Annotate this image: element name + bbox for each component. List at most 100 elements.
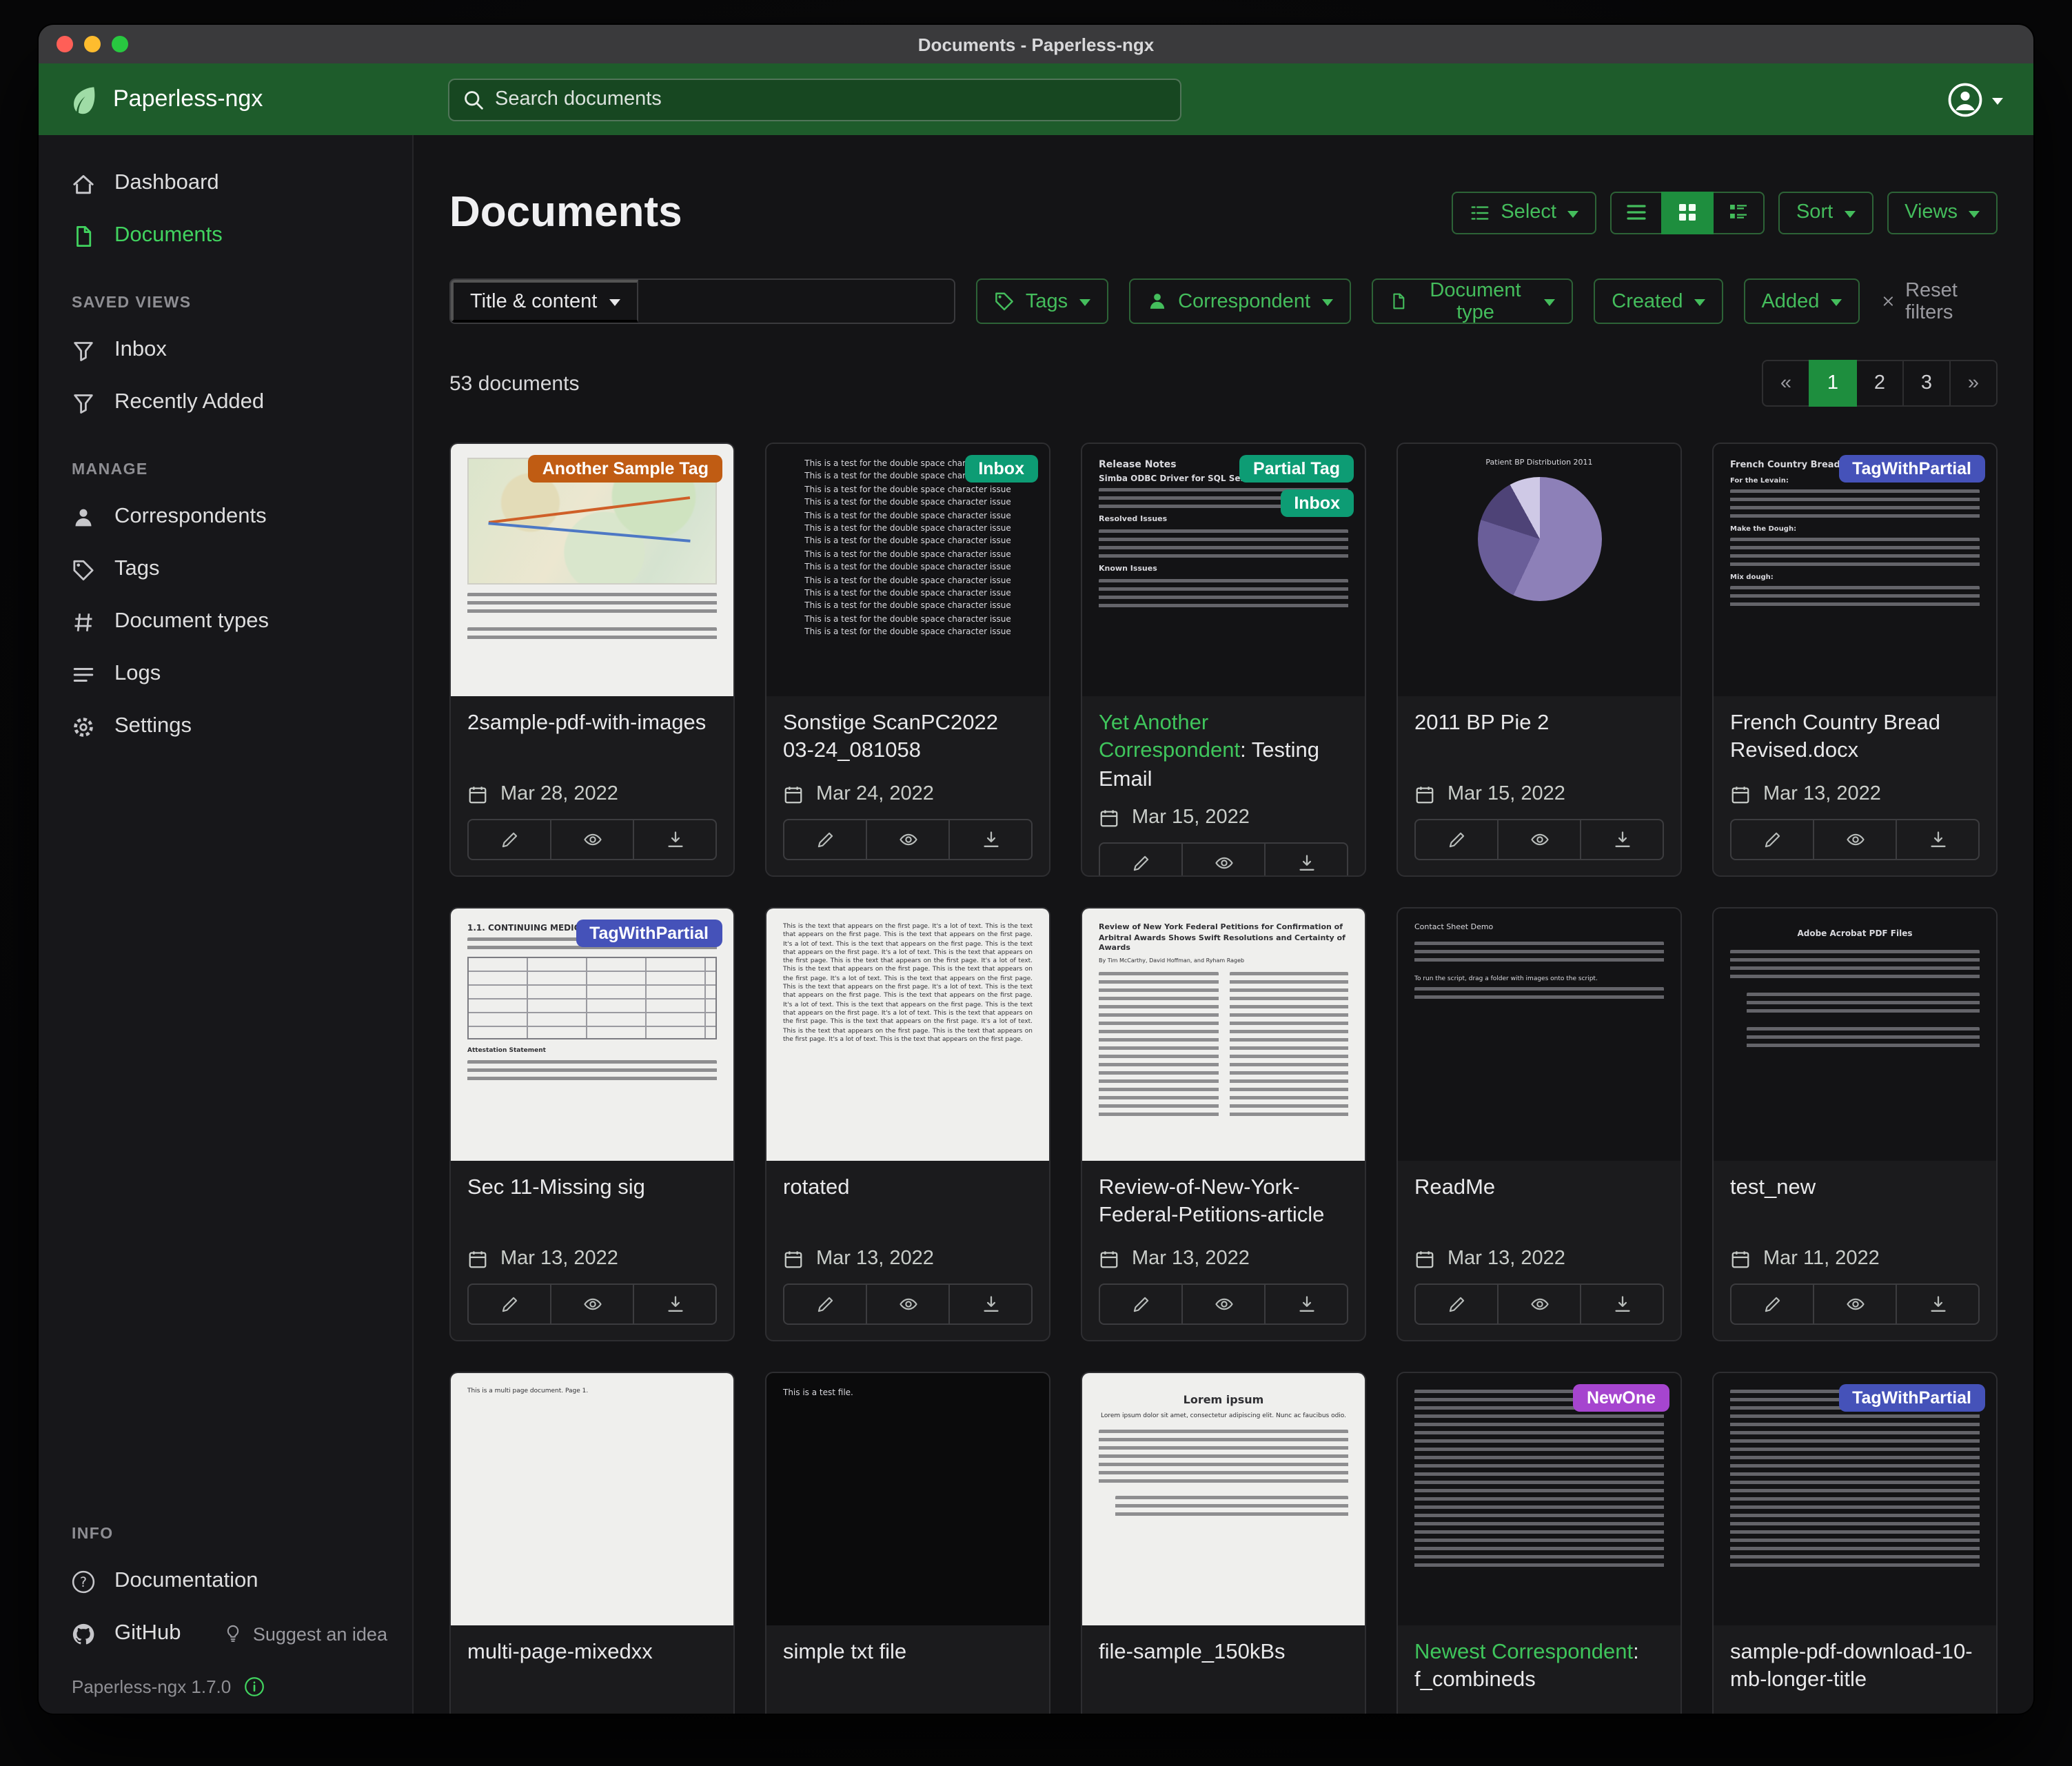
- search-input[interactable]: [495, 88, 1166, 110]
- document-thumbnail[interactable]: Contact Sheet DemoTo run the script, dra…: [1398, 909, 1680, 1161]
- view-button[interactable]: [550, 819, 634, 860]
- document-thumbnail[interactable]: TagWithPartial French Country BreadFor t…: [1714, 444, 1996, 696]
- views-button[interactable]: Views: [1887, 191, 1998, 234]
- document-card[interactable]: TagWithPartial French Country BreadFor t…: [1712, 443, 1998, 877]
- view-button[interactable]: [550, 1283, 634, 1325]
- list-view-button[interactable]: [1610, 191, 1663, 234]
- edit-button[interactable]: [1099, 843, 1183, 877]
- download-button[interactable]: [633, 1283, 717, 1325]
- document-thumbnail[interactable]: Review of New York Federal Petitions for…: [1082, 909, 1365, 1161]
- download-button[interactable]: [1896, 819, 1980, 860]
- document-title[interactable]: ReadMe: [1414, 1175, 1664, 1235]
- view-button[interactable]: [1181, 1283, 1266, 1325]
- document-card[interactable]: Patient BP Distribution 2011 2011 BP Pie…: [1396, 443, 1682, 877]
- view-button[interactable]: [866, 819, 950, 860]
- added-filter-button[interactable]: Added: [1743, 278, 1859, 324]
- tag-badge[interactable]: NewOne: [1573, 1384, 1669, 1412]
- tag-badge[interactable]: TagWithPartial: [1838, 1384, 1985, 1412]
- page-button-1[interactable]: 1: [1809, 360, 1857, 407]
- document-card[interactable]: This is a multi page document. Page 1. m…: [449, 1372, 735, 1714]
- document-thumbnail[interactable]: Inbox This is a test for the double spac…: [766, 444, 1049, 696]
- document-title[interactable]: Review-of-New-York-Federal-Petitions-art…: [1099, 1175, 1348, 1235]
- download-button[interactable]: [1264, 843, 1348, 877]
- view-button[interactable]: [1497, 1283, 1581, 1325]
- document-thumbnail[interactable]: TagWithPartial 1.1. CONTINUING MEDICAL E…: [451, 909, 733, 1161]
- tag-badge[interactable]: Inbox: [1280, 489, 1354, 517]
- document-title[interactable]: simple txt file: [783, 1639, 1033, 1700]
- edit-button[interactable]: [1414, 1283, 1499, 1325]
- download-button[interactable]: [1580, 819, 1664, 860]
- search-box[interactable]: [448, 78, 1181, 121]
- created-filter-button[interactable]: Created: [1594, 278, 1723, 324]
- view-button[interactable]: [1813, 819, 1897, 860]
- title-content-input[interactable]: [638, 280, 954, 323]
- document-card[interactable]: TagWithPartial 1.1. CONTINUING MEDICAL E…: [449, 907, 735, 1341]
- sidebar-item-correspondents[interactable]: Correspondents: [39, 491, 412, 543]
- detail-view-button[interactable]: [1712, 191, 1765, 234]
- document-card[interactable]: Contact Sheet DemoTo run the script, dra…: [1396, 907, 1682, 1341]
- sidebar-item-documents[interactable]: Documents: [39, 210, 412, 262]
- document-card[interactable]: Review of New York Federal Petitions for…: [1081, 907, 1366, 1341]
- document-card[interactable]: This is a test file. simple txt file: [765, 1372, 1050, 1714]
- document-card[interactable]: TagWithPartial sample-pdf-download-10-mb…: [1712, 1372, 1998, 1714]
- tags-filter-button[interactable]: Tags: [976, 278, 1108, 324]
- sidebar-item-settings[interactable]: Settings: [39, 700, 412, 753]
- user-menu[interactable]: [1948, 82, 2003, 116]
- select-button[interactable]: Select: [1451, 191, 1596, 234]
- document-card[interactable]: Another Sample Tag 2sample-pdf-with-imag…: [449, 443, 735, 877]
- document-title[interactable]: 2sample-pdf-with-images: [467, 710, 717, 771]
- download-button[interactable]: [1896, 1283, 1980, 1325]
- document-thumbnail[interactable]: This is the text that appears on the fir…: [766, 909, 1049, 1161]
- document-title[interactable]: multi-page-mixedxx: [467, 1639, 717, 1700]
- document-title[interactable]: Sonstige ScanPC2022 03-24_081058: [783, 710, 1033, 771]
- sidebar-item-tags[interactable]: Tags: [39, 543, 412, 596]
- correspondent-filter-button[interactable]: Correspondent: [1128, 278, 1350, 324]
- download-button[interactable]: [1264, 1283, 1348, 1325]
- document-title[interactable]: 2011 BP Pie 2: [1414, 710, 1664, 771]
- edit-button[interactable]: [1730, 819, 1814, 860]
- edit-button[interactable]: [1730, 1283, 1814, 1325]
- tag-badge[interactable]: TagWithPartial: [1838, 455, 1985, 483]
- document-title[interactable]: Yet Another Correspondent: Testing Email: [1099, 710, 1348, 795]
- view-button[interactable]: [1813, 1283, 1897, 1325]
- document-card[interactable]: Lorem ipsumLorem ipsum dolor sit amet, c…: [1081, 1372, 1366, 1714]
- correspondent-link[interactable]: Yet Another Correspondent: [1099, 711, 1240, 763]
- sidebar-item-github[interactable]: GitHub: [39, 1607, 224, 1660]
- document-title[interactable]: Newest Correspondent: f_combineds: [1414, 1639, 1664, 1700]
- sidebar-item-logs[interactable]: Logs: [39, 648, 412, 700]
- page-button-2[interactable]: 2: [1856, 360, 1904, 407]
- edit-button[interactable]: [783, 1283, 867, 1325]
- prev-page-button[interactable]: «: [1762, 360, 1810, 407]
- sidebar-item-documentation[interactable]: ? Documentation: [39, 1555, 412, 1607]
- document-card[interactable]: NewOne Newest Correspondent: f_combineds: [1396, 1372, 1682, 1714]
- view-button[interactable]: [866, 1283, 950, 1325]
- edit-button[interactable]: [783, 819, 867, 860]
- document-card[interactable]: This is the text that appears on the fir…: [765, 907, 1050, 1341]
- tag-badge[interactable]: Another Sample Tag: [529, 455, 722, 483]
- edit-button[interactable]: [467, 819, 551, 860]
- tag-badge[interactable]: TagWithPartial: [576, 920, 722, 947]
- correspondent-link[interactable]: Newest Correspondent: [1414, 1641, 1633, 1664]
- document-title[interactable]: French Country Bread Revised.docx: [1730, 710, 1980, 771]
- view-button[interactable]: [1497, 819, 1581, 860]
- edit-button[interactable]: [1099, 1283, 1183, 1325]
- document-title[interactable]: rotated: [783, 1175, 1033, 1235]
- download-button[interactable]: [948, 1283, 1033, 1325]
- document-title[interactable]: file-sample_150kBs: [1099, 1639, 1348, 1700]
- document-thumbnail[interactable]: Lorem ipsumLorem ipsum dolor sit amet, c…: [1082, 1373, 1365, 1625]
- document-card[interactable]: Partial TagInbox Release NotesSimba ODBC…: [1081, 443, 1366, 877]
- view-button[interactable]: [1181, 843, 1266, 877]
- download-button[interactable]: [633, 819, 717, 860]
- download-button[interactable]: [948, 819, 1033, 860]
- document-thumbnail[interactable]: Another Sample Tag: [451, 444, 733, 696]
- document-thumbnail[interactable]: Partial TagInbox Release NotesSimba ODBC…: [1082, 444, 1365, 696]
- edit-button[interactable]: [1414, 819, 1499, 860]
- document-thumbnail[interactable]: This is a test file.: [766, 1373, 1049, 1625]
- edit-button[interactable]: [467, 1283, 551, 1325]
- filter-field-dropdown[interactable]: Title & content: [451, 280, 638, 323]
- brand[interactable]: Paperless-ngx: [69, 84, 263, 114]
- document-title[interactable]: sample-pdf-download-10-mb-longer-title: [1730, 1639, 1980, 1700]
- next-page-button[interactable]: »: [1949, 360, 1998, 407]
- page-button-3[interactable]: 3: [1902, 360, 1951, 407]
- document-thumbnail[interactable]: TagWithPartial: [1714, 1373, 1996, 1625]
